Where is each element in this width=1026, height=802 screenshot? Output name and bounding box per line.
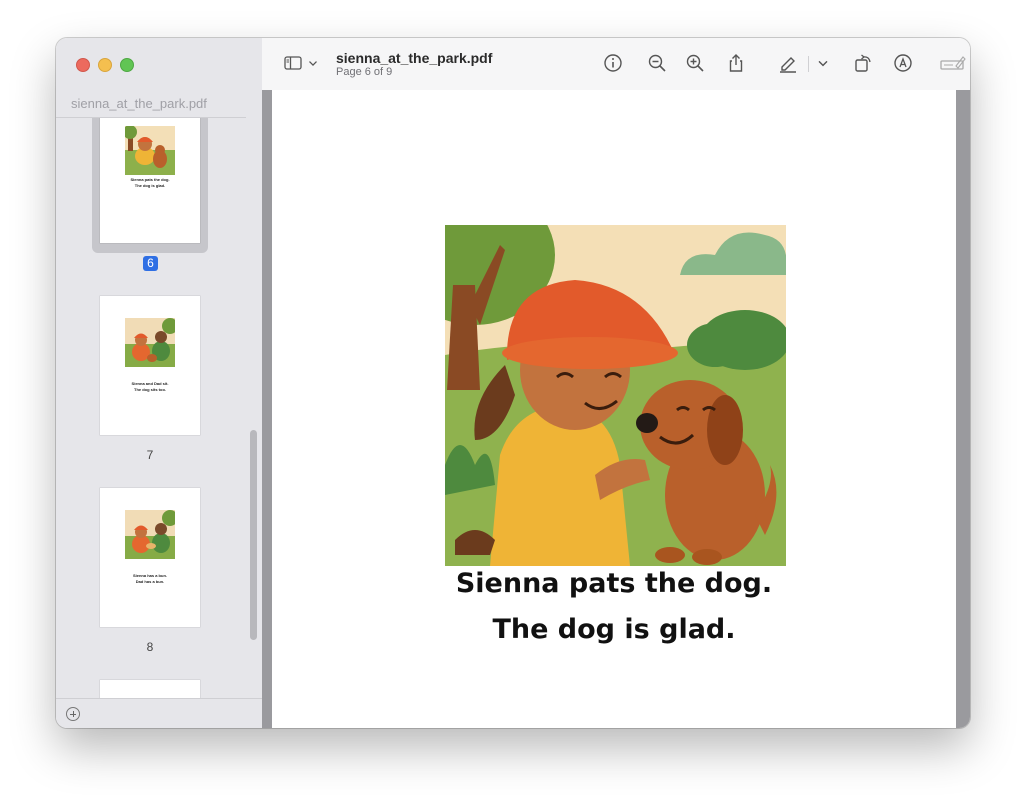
traffic-lights (76, 58, 134, 72)
chevron-down-icon (309, 61, 317, 66)
caption-line2: The dog is glad. (492, 614, 736, 645)
rotate-icon (855, 54, 871, 72)
sidebar: sienna_at_the_park.pdf Sienna pats the d… (56, 38, 263, 728)
zoom-in-button[interactable] (682, 50, 708, 76)
thumbnail-list[interactable]: Sienna pats the dog. The dog is glad. 6 (56, 118, 262, 698)
thumbnail-page-6[interactable]: Sienna pats the dog. The dog is glad. (100, 118, 200, 243)
toolbar: sienna_at_the_park.pdf Page 6 of 9 (262, 38, 970, 91)
highlight-options-button[interactable] (815, 50, 831, 76)
page-number-selected: 6 (143, 256, 158, 271)
caption-line1: Sienna pats the dog. (455, 568, 773, 599)
pdf-page: Sienna pats the dog. The dog is glad. (272, 90, 956, 728)
zoom-in-icon (686, 54, 704, 72)
preview-window: sienna_at_the_park.pdf Sienna pats the d… (56, 38, 970, 728)
add-icon[interactable] (66, 707, 80, 721)
thumbnail-text-line2: The dog sits too. (134, 387, 166, 392)
markup-button[interactable] (890, 50, 916, 76)
close-button[interactable] (76, 58, 90, 72)
thumbnail-page-8[interactable]: Sienna has a bun. Dad has a bun. (100, 488, 200, 627)
info-icon (604, 54, 622, 72)
info-button[interactable] (600, 50, 626, 76)
share-button[interactable] (723, 50, 749, 76)
chevron-down-icon (818, 60, 828, 67)
markup-icon (894, 54, 912, 72)
page-indicator: Page 6 of 9 (336, 66, 393, 78)
thumbnail-text-line2: Dad has a bun. (135, 579, 165, 584)
sidebar-toggle-button[interactable] (280, 50, 306, 76)
sidebar-toggle-icon (284, 56, 302, 70)
highlight-button[interactable] (775, 50, 801, 76)
sidebar-scrollbar[interactable] (250, 430, 257, 640)
highlight-pen-icon (780, 57, 796, 73)
zoom-out-button[interactable] (644, 50, 670, 76)
form-fill-icon (940, 56, 966, 70)
document-title: sienna_at_the_park.pdf (336, 50, 493, 66)
sidebar-footer (56, 698, 262, 728)
thumbnail-image (125, 510, 175, 559)
minimize-button[interactable] (98, 58, 112, 72)
page-number-7: 7 (146, 448, 154, 462)
thumbnail-image (125, 318, 175, 367)
form-fill-button[interactable] (938, 50, 968, 76)
toolbar-separator (808, 56, 809, 72)
share-icon (729, 54, 743, 72)
rotate-button[interactable] (850, 50, 876, 76)
zoom-button[interactable] (120, 58, 134, 72)
thumbnail-image (125, 126, 175, 175)
sidebar-options-button[interactable] (306, 50, 320, 76)
page-number-8: 8 (146, 640, 154, 654)
page-illustration (445, 225, 786, 566)
sidebar-title: sienna_at_the_park.pdf (71, 96, 207, 111)
document-view[interactable]: Sienna pats the dog. The dog is glad. (262, 90, 970, 728)
thumbnail-page-7[interactable]: Sienna and Dad sit. The dog sits too. (100, 296, 200, 435)
zoom-out-icon (648, 54, 666, 72)
thumbnail-text-line2: The dog is glad. (134, 183, 166, 188)
thumbnail-page-9[interactable] (100, 680, 200, 698)
